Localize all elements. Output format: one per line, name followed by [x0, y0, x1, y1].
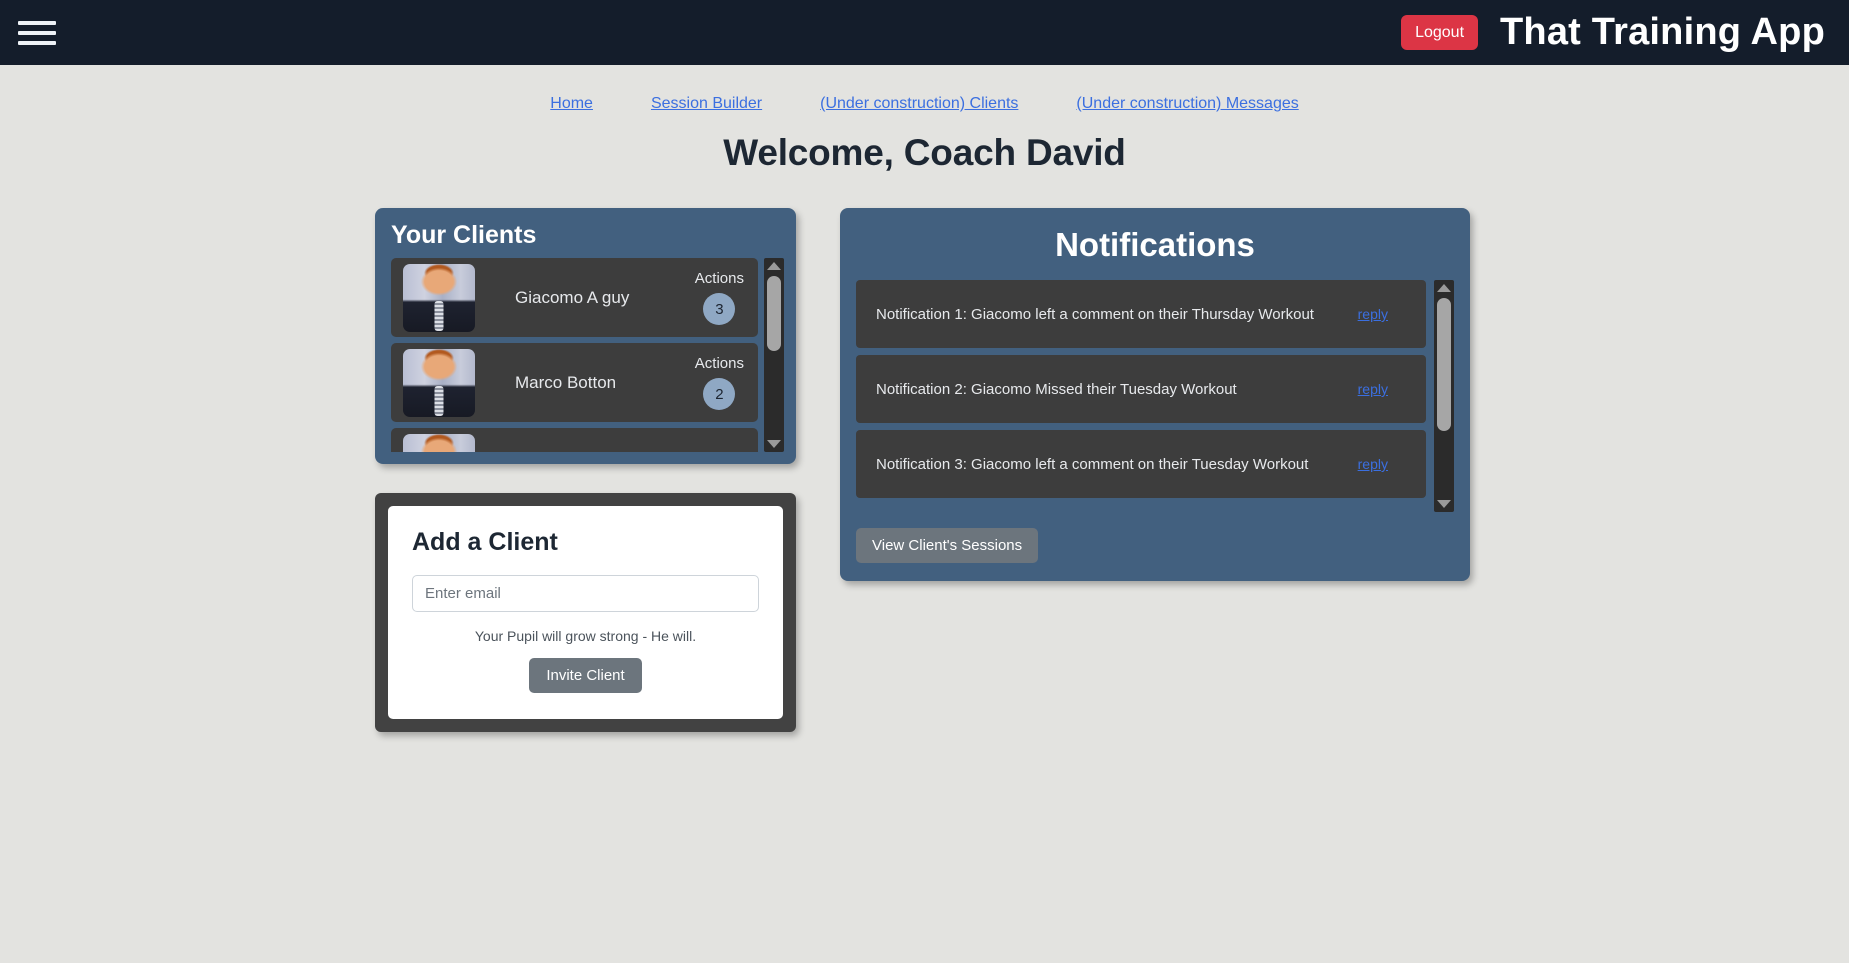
clients-scroll-thumb[interactable] — [767, 276, 781, 351]
nav-links: Home Session Builder (Under construction… — [0, 65, 1849, 113]
hamburger-bar — [18, 30, 56, 35]
your-clients-card: Your Clients Giacomo A guy Actions 3 Mar… — [375, 208, 796, 464]
notifications-card: Notifications Notification 1: Giacomo le… — [840, 208, 1470, 581]
notifications-list: Notification 1: Giacomo left a comment o… — [856, 280, 1454, 512]
left-column: Your Clients Giacomo A guy Actions 3 Mar… — [375, 208, 796, 732]
actions-count-badge[interactable]: 3 — [703, 293, 736, 325]
notifications-scrollbar[interactable] — [1434, 280, 1454, 512]
scroll-up-arrow-icon[interactable] — [767, 262, 781, 270]
add-client-helper-text: Your Pupil will grow strong - He will. — [474, 628, 697, 644]
notification-item[interactable]: Notification 1: Giacomo left a comment o… — [856, 280, 1426, 348]
client-list-item[interactable]: Marco Botton Actions 2 — [391, 343, 758, 422]
scroll-down-arrow-icon[interactable] — [1437, 500, 1451, 508]
add-client-inner: Add a Client Your Pupil will grow strong… — [388, 506, 783, 719]
clients-scroll-track[interactable] — [764, 274, 784, 436]
clients-list: Giacomo A guy Actions 3 Marco Botton Act… — [391, 258, 784, 452]
nav-link-home[interactable]: Home — [550, 95, 593, 113]
page-title: Welcome, Coach David — [723, 132, 1126, 173]
notification-reply-link[interactable]: reply — [1358, 306, 1388, 322]
notification-reply-link[interactable]: reply — [1358, 381, 1388, 397]
nav-link-clients[interactable]: (Under construction) Clients — [820, 95, 1018, 113]
notifications-scroll-track[interactable] — [1434, 296, 1454, 496]
client-name: Giacomo A guy — [515, 287, 630, 307]
client-list-item[interactable]: Giacomo A guy Actions 3 — [391, 258, 758, 337]
client-name: Marco Botton — [515, 372, 617, 392]
actions-count-badge[interactable]: 2 — [703, 378, 736, 410]
scroll-down-arrow-icon[interactable] — [767, 440, 781, 448]
nav-link-messages[interactable]: (Under construction) Messages — [1076, 95, 1298, 113]
add-client-card: Add a Client Your Pupil will grow strong… — [375, 493, 796, 732]
nav-link-session-builder[interactable]: Session Builder — [651, 95, 762, 113]
logout-button[interactable]: Logout — [1401, 14, 1479, 51]
hamburger-bar — [18, 20, 56, 25]
top-navbar: Logout That Training App — [0, 0, 1849, 65]
notifications-scroll-thumb[interactable] — [1437, 298, 1451, 431]
notification-text: Notification 1: Giacomo left a comment o… — [876, 305, 1314, 323]
add-client-title: Add a Client — [412, 528, 558, 556]
main-content: Your Clients Giacomo A guy Actions 3 Mar… — [0, 208, 1849, 732]
invite-client-button[interactable]: Invite Client — [529, 658, 642, 693]
app-brand-title: That Training App — [1500, 11, 1825, 53]
client-actions: Actions 3 — [695, 270, 744, 325]
your-clients-title: Your Clients — [391, 221, 537, 249]
notifications-title: Notifications — [1055, 226, 1255, 263]
scroll-up-arrow-icon[interactable] — [1437, 284, 1451, 292]
hamburger-bar — [18, 40, 56, 45]
notification-item[interactable]: Notification 3: Giacomo left a comment o… — [856, 430, 1426, 498]
hamburger-menu-icon[interactable] — [18, 18, 56, 48]
client-list-item[interactable] — [391, 428, 758, 452]
view-client-sessions-button[interactable]: View Client's Sessions — [856, 528, 1039, 563]
client-avatar — [403, 263, 475, 332]
client-actions: Actions 2 — [695, 355, 744, 410]
actions-label: Actions — [694, 355, 744, 372]
notification-text: Notification 3: Giacomo left a comment o… — [876, 455, 1309, 473]
client-avatar — [403, 348, 475, 417]
notification-reply-link[interactable]: reply — [1358, 456, 1388, 472]
notification-text: Notification 2: Giacomo Missed their Tue… — [876, 380, 1237, 398]
email-field[interactable] — [412, 575, 759, 612]
actions-label: Actions — [694, 270, 744, 287]
notification-item[interactable]: Notification 2: Giacomo Missed their Tue… — [856, 355, 1426, 423]
clients-scrollbar[interactable] — [764, 258, 784, 452]
navbar-right-group: Logout That Training App — [1401, 11, 1825, 54]
client-avatar — [403, 433, 475, 452]
